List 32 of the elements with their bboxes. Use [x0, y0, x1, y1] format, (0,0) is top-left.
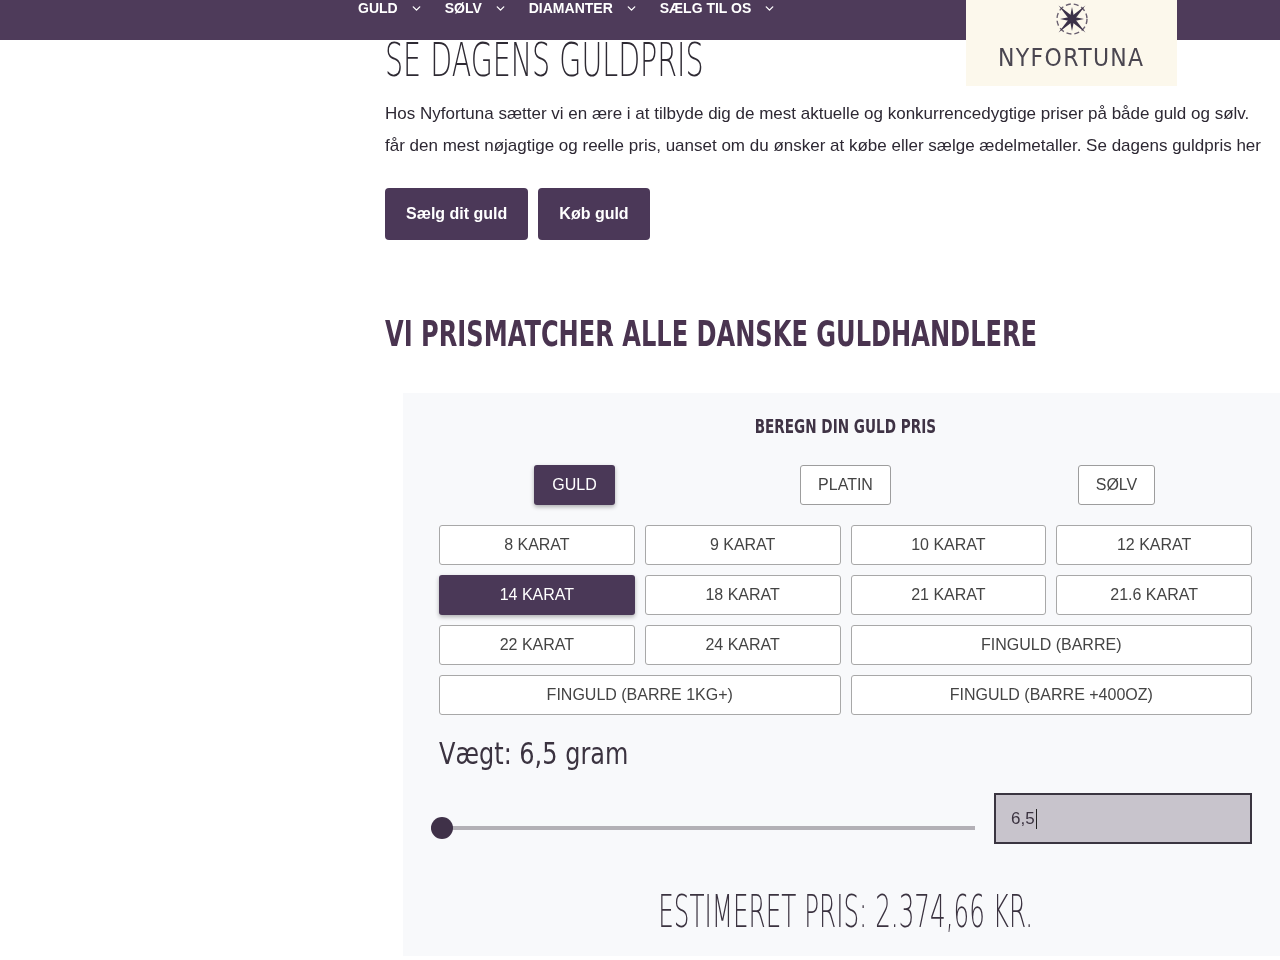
karat-option[interactable]: 8 KARAT: [439, 525, 635, 565]
weight-label: Vægt: 6,5 gram: [439, 736, 629, 772]
logo-wordmark: NYFORTUNA: [998, 44, 1145, 72]
metal-tab[interactable]: PLATIN: [800, 465, 891, 505]
karat-option[interactable]: 12 KARAT: [1056, 525, 1252, 565]
nav-menu-item[interactable]: GULD: [358, 0, 423, 16]
karat-option[interactable]: 14 KARAT: [439, 575, 635, 615]
page-heading: SE DAGENS GULDPRIS: [385, 40, 704, 80]
calculator-title: BEREGN DIN GULD PRIS: [754, 415, 937, 437]
karat-option[interactable]: FINGULD (BARRE 1KG+): [439, 675, 841, 715]
section-heading: VI PRISMATCHER ALLE DANSKE GULDHANDLERE: [385, 315, 1038, 353]
text-cursor-icon: [1035, 808, 1037, 829]
karat-option[interactable]: 24 KARAT: [644, 625, 841, 665]
metal-tab[interactable]: GULD: [534, 465, 615, 505]
karat-option[interactable]: 10 KARAT: [850, 525, 1047, 565]
karat-option[interactable]: 21 KARAT: [850, 575, 1047, 615]
sell-button[interactable]: Sælg dit guld: [385, 188, 529, 240]
metal-tab[interactable]: SØLV: [1077, 465, 1156, 505]
estimated-price: ESTIMERET PRIS: 2.374,66 KR.: [658, 888, 1033, 936]
karat-option[interactable]: 18 KARAT: [644, 575, 841, 615]
karat-option[interactable]: FINGULD (BARRE): [850, 625, 1252, 665]
weight-input-field[interactable]: 6,5: [994, 793, 1252, 844]
nav-menu-item[interactable]: SØLV: [444, 0, 507, 16]
karat-option[interactable]: 22 KARAT: [439, 625, 635, 665]
slider-thumb[interactable]: [431, 817, 453, 839]
karat-option[interactable]: 21.6 KARAT: [1056, 575, 1252, 615]
nav-menu-item[interactable]: SÆLG TIL OS: [659, 0, 777, 16]
karat-option[interactable]: 9 KARAT: [644, 525, 841, 565]
buy-button[interactable]: Køb guld: [538, 188, 650, 240]
nav-menu-item[interactable]: DIAMANTER: [528, 0, 638, 16]
intro-paragraph: Hos Nyfortuna sætter vi en ære i at tilbyde dig de mest aktuelle og konkurrencedygtige priser på både guld og sølv. får den mest nøjagtige og reelle pris, uanset om du ønsker at købe eller sælge ædelmetaller. Se dagens guldpris her: [385, 103, 1261, 157]
karat-option[interactable]: FINGULD (BARRE +400OZ): [850, 675, 1252, 715]
